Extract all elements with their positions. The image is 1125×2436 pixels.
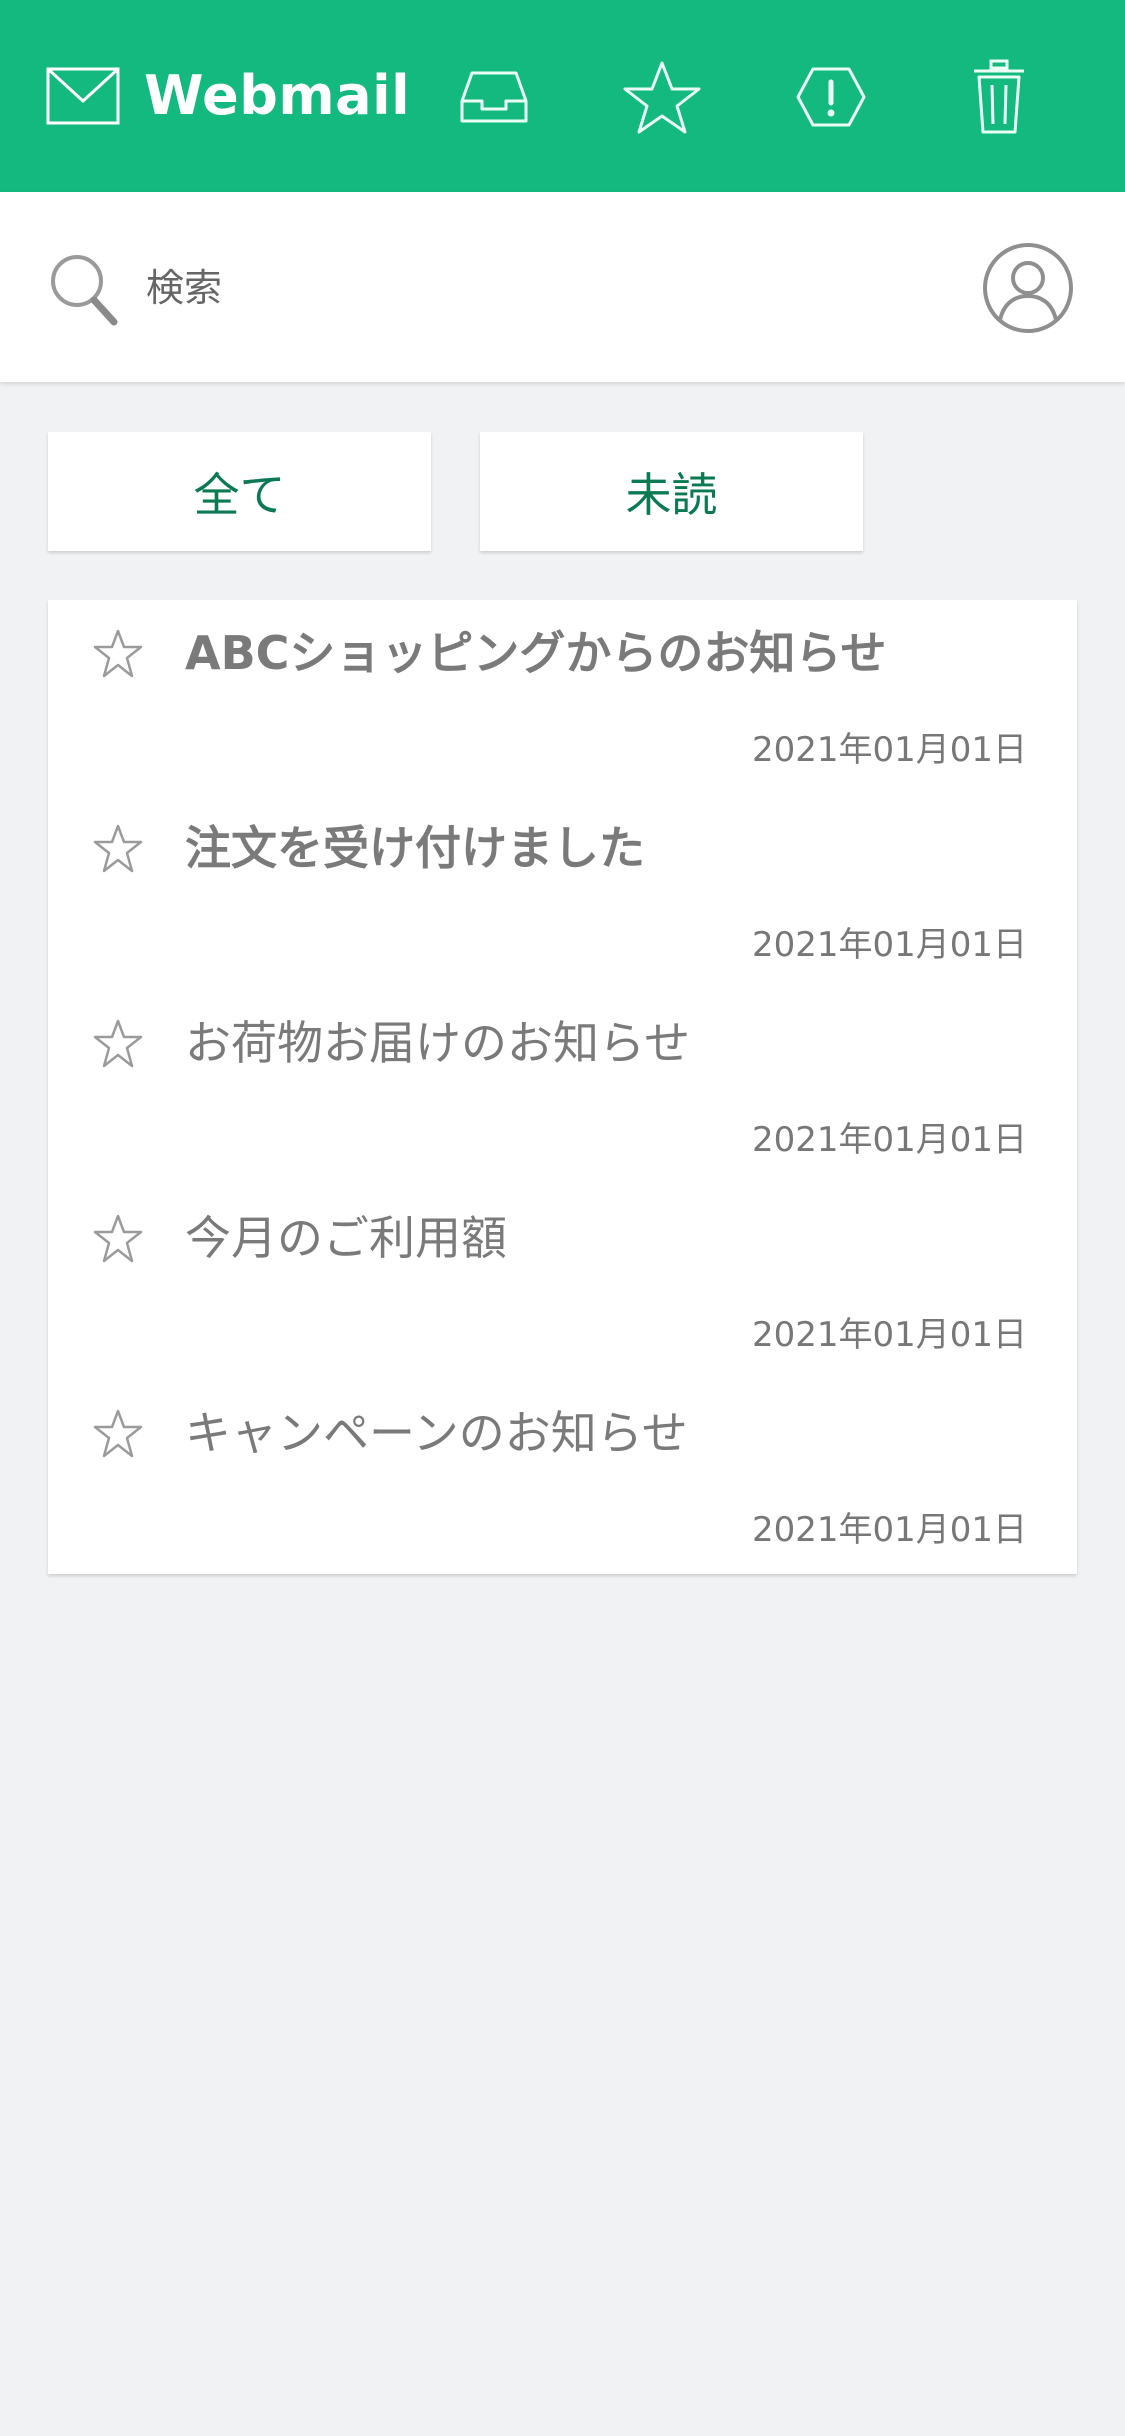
app-title: Webmail xyxy=(144,64,411,127)
important-button[interactable] xyxy=(786,52,876,142)
mail-list: ABCショッピングからのお知らせ 2021年01月01日 注文を受け付けました … xyxy=(48,600,1077,1574)
mail-item[interactable]: 今月のご利用額 2021年01月01日 xyxy=(48,1185,1077,1380)
starred-button[interactable] xyxy=(617,52,707,142)
mail-subject: ABCショッピングからのお知らせ xyxy=(185,626,887,680)
search-icon xyxy=(51,255,118,326)
user-avatar-icon[interactable] xyxy=(982,242,1074,334)
mail-subject: 今月のご利用額 xyxy=(185,1211,507,1265)
trash-button[interactable] xyxy=(954,52,1044,142)
app-header: Webmail xyxy=(0,0,1125,192)
inbox-icon xyxy=(460,71,528,123)
filter-all-button[interactable]: 全て xyxy=(48,432,431,551)
mail-date: 2021年01月01日 xyxy=(751,925,1027,965)
mail-item[interactable]: お荷物お届けのお知らせ 2021年01月01日 xyxy=(48,990,1077,1185)
mail-item[interactable]: 注文を受け付けました 2021年01月01日 xyxy=(48,795,1077,990)
star-icon[interactable] xyxy=(92,628,144,680)
mail-item[interactable]: ABCショッピングからのお知らせ 2021年01月01日 xyxy=(48,600,1077,795)
alert-icon xyxy=(796,67,866,127)
inbox-button[interactable] xyxy=(449,52,539,142)
mail-subject: 注文を受け付けました xyxy=(185,821,645,875)
star-icon[interactable] xyxy=(92,1213,144,1265)
search-input[interactable] xyxy=(146,252,926,324)
search-bar xyxy=(0,192,1125,382)
mail-date: 2021年01月01日 xyxy=(751,1510,1027,1550)
star-icon xyxy=(623,61,701,134)
mail-date: 2021年01月01日 xyxy=(751,1120,1027,1160)
mail-subject: お荷物お届けのお知らせ xyxy=(185,1016,691,1070)
mail-date: 2021年01月01日 xyxy=(751,1315,1027,1355)
star-icon[interactable] xyxy=(92,1018,144,1070)
filter-unread-button[interactable]: 未読 xyxy=(480,432,863,551)
mail-icon xyxy=(46,67,120,125)
star-icon[interactable] xyxy=(92,1408,144,1460)
brand[interactable]: Webmail xyxy=(46,63,410,129)
star-icon[interactable] xyxy=(92,823,144,875)
trash-icon xyxy=(974,59,1024,134)
mail-item[interactable]: キャンペーンのお知らせ 2021年01月01日 xyxy=(48,1380,1077,1575)
mail-subject: キャンペーンのお知らせ xyxy=(185,1406,688,1460)
mail-date: 2021年01月01日 xyxy=(751,730,1027,770)
